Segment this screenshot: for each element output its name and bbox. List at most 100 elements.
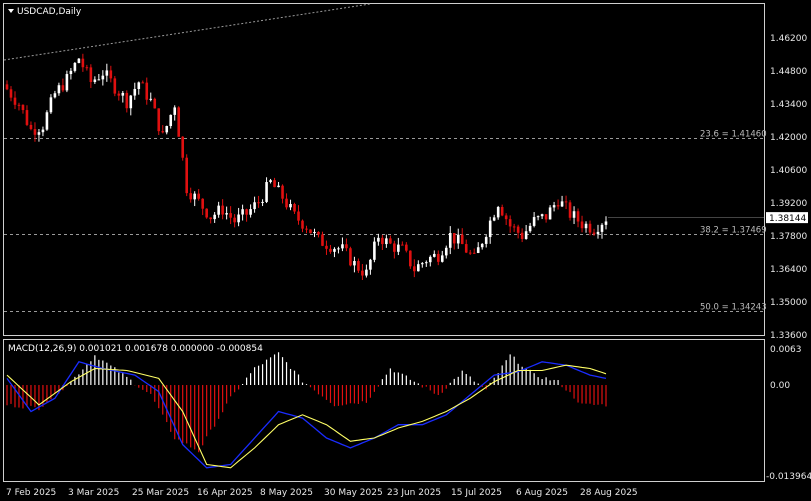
candle-body — [452, 233, 456, 244]
candle-body — [516, 226, 520, 233]
candle-body — [293, 204, 296, 212]
candle-body — [321, 234, 324, 246]
candle-body — [532, 217, 536, 226]
candle-body — [193, 193, 196, 200]
candlestick-series — [5, 53, 764, 280]
candle-body — [544, 214, 548, 220]
candle-body — [9, 89, 13, 98]
candle-body — [337, 248, 340, 250]
candle-body — [552, 205, 556, 208]
triangle-down-icon[interactable] — [8, 9, 14, 13]
candle-body — [500, 207, 504, 216]
price-tick: 1.46200 — [770, 34, 807, 44]
candle-body — [209, 217, 212, 220]
price-tick: 1.39200 — [770, 199, 807, 209]
candle-body — [405, 244, 408, 251]
candle-body — [464, 244, 468, 253]
date-tick: 23 Jun 2025 — [387, 488, 441, 498]
candle-body — [468, 252, 472, 254]
candle-body — [221, 205, 224, 215]
candle-body — [257, 202, 260, 204]
candle-body — [440, 255, 444, 262]
candle-body — [145, 82, 149, 100]
candle-body — [329, 248, 332, 252]
candle-body — [325, 245, 328, 249]
symbol-title: USDCAD,Daily — [17, 7, 82, 17]
candle-body — [512, 226, 516, 228]
candle-body — [568, 202, 572, 218]
candle-body — [109, 70, 113, 79]
candle-body — [113, 78, 117, 94]
candle-body — [580, 221, 584, 229]
candle-body — [57, 85, 61, 94]
main-panel-border — [3, 3, 765, 336]
candle-body — [313, 231, 316, 234]
macd-tick: 0.0063 — [770, 345, 802, 355]
candle-body — [417, 264, 420, 272]
date-tick: 8 May 2025 — [260, 488, 313, 498]
candle-body — [317, 231, 320, 235]
price-tick: 1.44800 — [770, 67, 807, 77]
price-tick: 1.37800 — [770, 232, 807, 242]
candle-body — [508, 219, 512, 227]
macd-tick: -0.013964 — [766, 472, 811, 482]
candle-body — [432, 253, 436, 257]
chart-canvas[interactable]: 23.6 = 1.41460 38.2 = 1.37469 50.0 = 1.342… — [0, 0, 811, 501]
candle-body — [353, 261, 356, 266]
candle-body — [261, 201, 264, 203]
candle-body — [456, 234, 460, 244]
candle-body — [592, 232, 596, 235]
macd-line — [6, 361, 607, 469]
price-axis: 1.46200 1.44800 1.43400 1.42000 1.40600 … — [770, 34, 807, 341]
date-tick: 15 Jul 2025 — [451, 488, 502, 498]
candle-body — [540, 214, 544, 217]
candle-body — [345, 244, 348, 249]
candle-body — [49, 97, 53, 113]
candle-body — [472, 252, 476, 254]
candle-body — [101, 75, 105, 80]
price-tick: 1.43400 — [770, 100, 807, 110]
candle-body — [401, 244, 404, 246]
candle-body — [604, 221, 608, 225]
candle-body — [277, 185, 280, 188]
candle-body — [504, 215, 508, 220]
candle-body — [141, 82, 145, 84]
candle-body — [273, 180, 276, 188]
signal-line — [6, 364, 607, 469]
candle-body — [201, 198, 204, 209]
fib-level-label: 50.0 = 1.34243 — [700, 303, 767, 313]
candle-body — [93, 79, 97, 83]
candle-body — [169, 114, 173, 127]
candle-body — [69, 70, 73, 75]
candle-body — [301, 220, 304, 229]
candle-body — [381, 237, 384, 245]
candle-body — [89, 67, 93, 83]
macd-indicator — [6, 352, 607, 469]
candle-body — [428, 256, 432, 263]
candle-body — [588, 223, 592, 233]
candle-body — [53, 93, 57, 98]
candle-body — [225, 213, 228, 215]
candle-body — [377, 237, 380, 242]
candle-body — [496, 207, 500, 218]
candle-body — [269, 180, 272, 183]
candle-body — [596, 231, 600, 235]
candle-body — [77, 58, 81, 63]
candle-body — [444, 247, 448, 256]
macd-tick: 0.00 — [770, 381, 790, 391]
date-tick: 25 Mar 2025 — [132, 488, 189, 498]
candle-body — [484, 237, 488, 244]
date-tick: 3 Mar 2025 — [68, 488, 119, 498]
candle-body — [576, 211, 580, 222]
current-price: 1.38144 — [769, 214, 806, 224]
candle-body — [5, 84, 9, 90]
price-tick: 1.35000 — [770, 298, 807, 308]
candle-body — [125, 92, 129, 109]
candle-body — [480, 243, 484, 248]
candle-body — [65, 74, 69, 91]
fib-level-label: 38.2 = 1.37469 — [700, 226, 767, 236]
candle-body — [285, 198, 288, 208]
fib-level-label: 23.6 = 1.41460 — [700, 130, 767, 140]
candle-body — [117, 93, 121, 96]
candle-body — [41, 129, 45, 133]
